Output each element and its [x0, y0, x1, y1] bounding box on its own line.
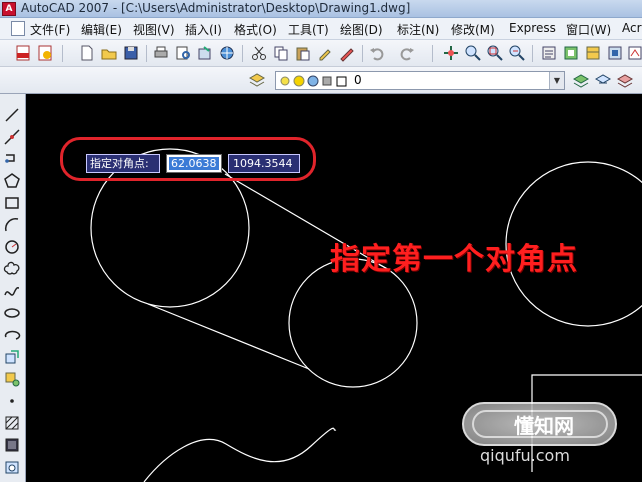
- design-center-icon[interactable]: [562, 44, 580, 62]
- hatch-icon[interactable]: [3, 414, 21, 432]
- zoom-window-icon[interactable]: [486, 44, 504, 62]
- print-icon[interactable]: [152, 44, 170, 62]
- save-icon[interactable]: [122, 44, 140, 62]
- new-file-icon[interactable]: [78, 44, 96, 62]
- line-tool-icon[interactable]: [3, 106, 21, 124]
- make-block-icon[interactable]: [3, 370, 21, 388]
- layer-manager-icon[interactable]: [248, 71, 266, 89]
- chevron-down-icon[interactable]: ▼: [549, 72, 564, 89]
- cut-icon[interactable]: [250, 44, 268, 62]
- x-value-selection: 62.0638: [169, 157, 219, 170]
- menu-file[interactable]: 文件(F): [30, 21, 70, 38]
- construction-line-icon[interactable]: [3, 128, 21, 146]
- watermark-logo-text: 懂知网: [514, 414, 574, 438]
- sheet-set-icon[interactable]: [606, 44, 624, 62]
- markup-set-icon[interactable]: [626, 44, 642, 62]
- point-icon[interactable]: [3, 392, 21, 410]
- circle-icon[interactable]: [3, 238, 21, 256]
- polygon-icon[interactable]: [3, 172, 21, 190]
- region-icon[interactable]: [3, 458, 21, 476]
- menu-express[interactable]: Express: [509, 21, 556, 35]
- title-bar: A AutoCAD 2007 - [C:\Users\Administrator…: [0, 0, 642, 18]
- plot-preview-icon[interactable]: [174, 44, 192, 62]
- menu-dimension[interactable]: 标注(N): [397, 21, 439, 38]
- match-properties-icon[interactable]: [316, 44, 334, 62]
- dynamic-input-x-field[interactable]: 62.0638: [166, 154, 222, 173]
- block-editor-icon[interactable]: [338, 44, 356, 62]
- menu-tools[interactable]: 工具(T): [288, 21, 329, 38]
- annotation-text: 指定第一个对角点: [330, 242, 578, 277]
- open-file-icon[interactable]: [100, 44, 118, 62]
- pan-icon[interactable]: [442, 44, 460, 62]
- arc-icon[interactable]: [3, 216, 21, 234]
- menu-format[interactable]: 格式(O): [234, 21, 277, 38]
- layer-states-icon[interactable]: [616, 71, 634, 89]
- watermark-logo: 懂知网 qiqufu.com: [462, 402, 630, 474]
- autocad-app-icon[interactable]: A: [2, 2, 16, 16]
- properties-icon[interactable]: [540, 44, 558, 62]
- spline-curve: [143, 427, 337, 482]
- undo-icon[interactable]: [368, 44, 386, 62]
- gradient-icon[interactable]: [3, 436, 21, 454]
- dynamic-input-y-field[interactable]: 1094.3544: [228, 154, 300, 173]
- layer-dropdown[interactable]: 0 ▼: [275, 71, 565, 90]
- current-layer-name: 0: [354, 73, 362, 87]
- layers-toolbar: 0 ▼: [0, 67, 642, 94]
- menu-acrobat[interactable]: Acr: [622, 21, 642, 35]
- redo-icon[interactable]: [398, 44, 416, 62]
- ellipse-icon[interactable]: [3, 304, 21, 322]
- make-current-layer-icon[interactable]: [572, 71, 590, 89]
- draw-toolbar: [0, 94, 26, 482]
- publish-icon[interactable]: [196, 44, 214, 62]
- menu-bar: 文件(F) 编辑(E) 视图(V) 插入(I) 格式(O) 工具(T) 绘图(D…: [0, 18, 642, 40]
- tool-palettes-icon[interactable]: [584, 44, 602, 62]
- menu-window[interactable]: 窗口(W): [566, 21, 611, 38]
- pdf-icon[interactable]: [14, 44, 32, 62]
- polyline-icon[interactable]: [3, 150, 21, 168]
- publish-web-icon[interactable]: [218, 44, 236, 62]
- standard-toolbar: [0, 40, 642, 67]
- insert-block-icon[interactable]: [3, 348, 21, 366]
- layer-state-icons: [279, 74, 351, 91]
- menu-insert[interactable]: 插入(I): [185, 21, 222, 38]
- document-icon[interactable]: [11, 21, 25, 36]
- menu-modify[interactable]: 修改(M): [451, 21, 495, 38]
- menu-edit[interactable]: 编辑(E): [81, 21, 122, 38]
- paste-icon[interactable]: [294, 44, 312, 62]
- zoom-previous-icon[interactable]: [508, 44, 526, 62]
- tangent-line-bottom: [147, 303, 310, 370]
- spline-icon[interactable]: [3, 282, 21, 300]
- circle-2: [288, 258, 418, 388]
- revision-cloud-icon[interactable]: [3, 260, 21, 278]
- window-title: AutoCAD 2007 - [C:\Users\Administrator\D…: [21, 1, 411, 15]
- zoom-realtime-icon[interactable]: [464, 44, 482, 62]
- menu-draw[interactable]: 绘图(D): [340, 21, 383, 38]
- copy-icon[interactable]: [272, 44, 290, 62]
- dynamic-input-prompt: 指定对角点:: [86, 154, 160, 173]
- ellipse-arc-icon[interactable]: [3, 326, 21, 344]
- menu-view[interactable]: 视图(V): [133, 21, 175, 38]
- pdf-settings-icon[interactable]: [36, 44, 54, 62]
- layer-previous-icon[interactable]: [594, 71, 612, 89]
- watermark-url: qiqufu.com: [480, 446, 570, 465]
- rectangle-icon[interactable]: [3, 194, 21, 212]
